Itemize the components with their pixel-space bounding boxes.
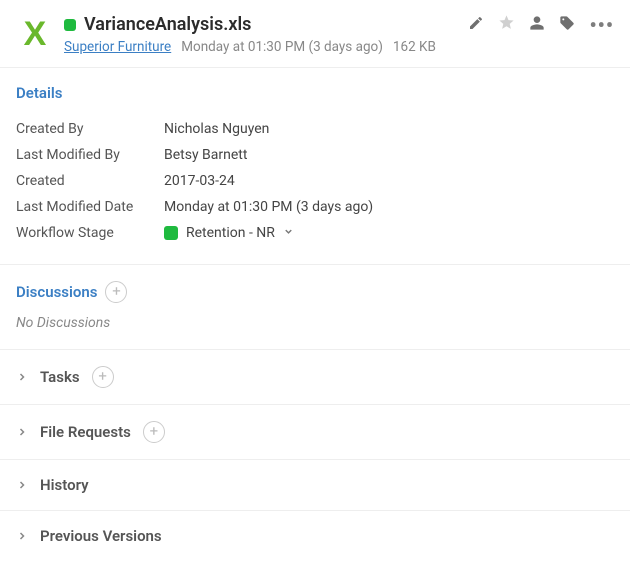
value-created: 2017-03-24 bbox=[164, 173, 235, 189]
row-created-by: Created By Nicholas Nguyen bbox=[16, 116, 614, 142]
star-icon[interactable] bbox=[498, 14, 515, 35]
status-indicator bbox=[64, 19, 76, 31]
label-created-by: Created By bbox=[16, 121, 164, 137]
label-workflow-stage: Workflow Stage bbox=[16, 225, 164, 241]
project-link[interactable]: Superior Furniture bbox=[64, 39, 171, 55]
previous-versions-section-header[interactable]: Previous Versions bbox=[0, 511, 630, 561]
discussions-heading: Discussions + bbox=[16, 281, 614, 303]
discussions-section: Discussions + No Discussions bbox=[0, 265, 630, 349]
value-created-by: Nicholas Nguyen bbox=[164, 121, 269, 137]
file-requests-title: File Requests bbox=[40, 423, 131, 441]
more-icon[interactable]: ••• bbox=[589, 18, 614, 32]
chevron-right-icon bbox=[16, 426, 28, 438]
value-last-modified-date: Monday at 01:30 PM (3 days ago) bbox=[164, 199, 373, 215]
last-modified-text: Monday at 01:30 PM (3 days ago) bbox=[181, 39, 383, 55]
svg-text:X: X bbox=[24, 15, 47, 51]
tasks-section-header[interactable]: Tasks + bbox=[0, 350, 630, 404]
person-icon[interactable] bbox=[529, 15, 545, 35]
row-last-modified-by: Last Modified By Betsy Barnett bbox=[16, 142, 614, 168]
header-actions: ••• bbox=[468, 14, 614, 35]
chevron-down-icon bbox=[283, 225, 294, 241]
title-row: VarianceAnalysis.xls bbox=[64, 14, 460, 35]
workflow-stage-chip bbox=[164, 226, 178, 240]
history-title: History bbox=[40, 476, 89, 494]
header-main: VarianceAnalysis.xls Superior Furniture … bbox=[64, 14, 460, 55]
discussions-title: Discussions bbox=[16, 283, 97, 301]
label-last-modified-date: Last Modified Date bbox=[16, 199, 164, 215]
row-workflow-stage: Workflow Stage Retention - NR bbox=[16, 220, 614, 246]
tag-icon[interactable] bbox=[559, 15, 575, 35]
details-section: Details Created By Nicholas Nguyen Last … bbox=[0, 68, 630, 264]
value-last-modified-by: Betsy Barnett bbox=[164, 147, 247, 163]
previous-versions-title: Previous Versions bbox=[40, 527, 162, 545]
edit-icon[interactable] bbox=[468, 15, 484, 35]
tasks-title: Tasks bbox=[40, 368, 80, 386]
discussions-empty-text: No Discussions bbox=[16, 315, 614, 331]
add-file-request-button[interactable]: + bbox=[143, 421, 165, 443]
row-created: Created 2017-03-24 bbox=[16, 168, 614, 194]
add-discussion-button[interactable]: + bbox=[105, 281, 127, 303]
value-workflow-stage[interactable]: Retention - NR bbox=[164, 225, 294, 241]
add-task-button[interactable]: + bbox=[92, 366, 114, 388]
details-grid: Created By Nicholas Nguyen Last Modified… bbox=[16, 116, 614, 246]
file-title: VarianceAnalysis.xls bbox=[84, 14, 251, 35]
file-header: X VarianceAnalysis.xls Superior Furnitur… bbox=[0, 0, 630, 67]
history-section-header[interactable]: History bbox=[0, 460, 630, 510]
chevron-right-icon bbox=[16, 530, 28, 542]
chevron-right-icon bbox=[16, 479, 28, 491]
file-size-text: 162 KB bbox=[393, 39, 436, 55]
details-heading: Details bbox=[16, 84, 614, 102]
label-last-modified-by: Last Modified By bbox=[16, 147, 164, 163]
details-panel: X VarianceAnalysis.xls Superior Furnitur… bbox=[0, 0, 630, 561]
row-last-modified-date: Last Modified Date Monday at 01:30 PM (3… bbox=[16, 194, 614, 220]
file-type-icon: X bbox=[16, 14, 54, 52]
chevron-right-icon bbox=[16, 371, 28, 383]
workflow-stage-text: Retention - NR bbox=[186, 225, 275, 241]
meta-row: Superior Furniture Monday at 01:30 PM (3… bbox=[64, 39, 460, 55]
file-requests-section-header[interactable]: File Requests + bbox=[0, 405, 630, 459]
label-created: Created bbox=[16, 173, 164, 189]
